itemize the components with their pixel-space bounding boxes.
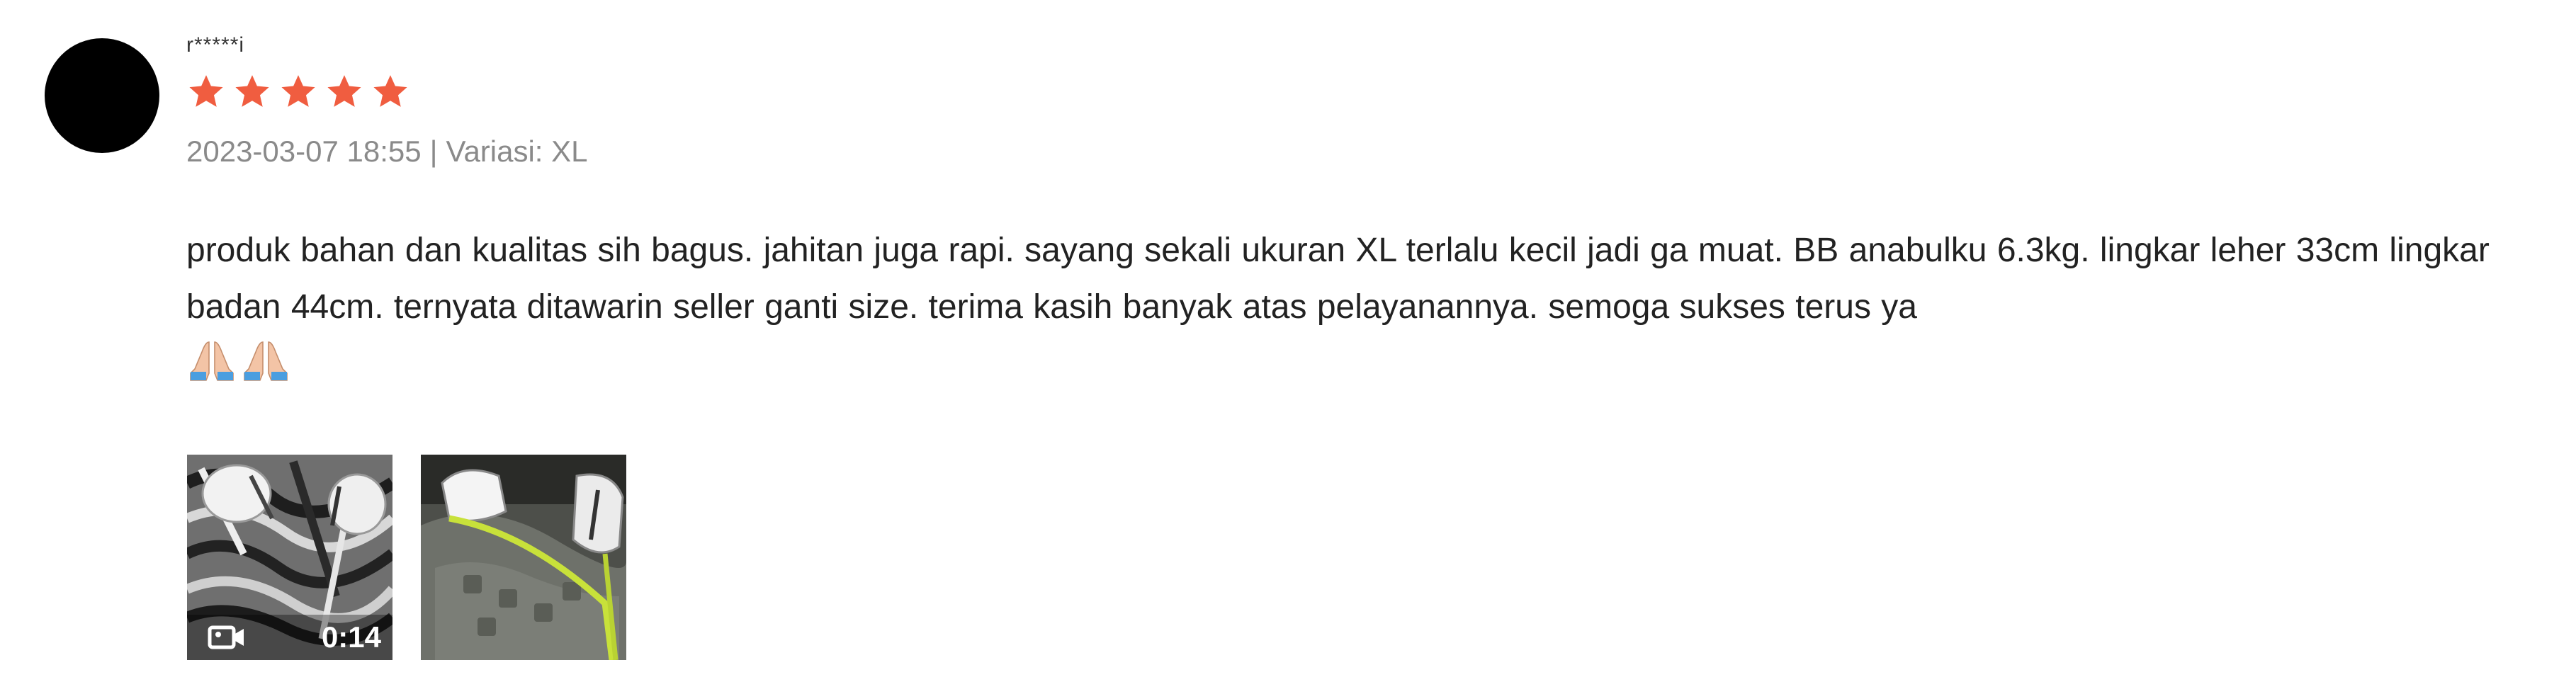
review-comment-text: produk bahan dan kualitas sih bagus. jah… xyxy=(186,232,2490,326)
video-info-bar: 0:14 xyxy=(187,615,392,660)
meta-separator: | xyxy=(429,135,438,168)
folded-hands-icon xyxy=(240,338,291,383)
photo-thumbnail-image xyxy=(421,455,626,660)
review-media: 0:14 xyxy=(187,455,626,660)
avatar xyxy=(45,38,159,153)
review-variation: Variasi: XL xyxy=(446,135,588,168)
review-date: 2023-03-07 18:55 xyxy=(186,135,422,168)
video-duration: 0:14 xyxy=(321,620,381,654)
star-rating xyxy=(186,68,2553,115)
review-meta: 2023-03-07 18:55 | Variasi: XL xyxy=(186,132,2553,171)
star-icon xyxy=(324,72,364,111)
star-icon xyxy=(371,72,410,111)
star-icon xyxy=(232,72,272,111)
review-content: r*****i 2023-03-07 18:55 | Variasi: XL pro… xyxy=(186,31,2553,392)
folded-hands-icon xyxy=(186,338,237,383)
review-comment: produk bahan dan kualitas sih bagus. jah… xyxy=(186,222,2553,392)
video-camera-icon xyxy=(207,623,247,652)
star-icon xyxy=(278,72,318,111)
reviewer-username: r*****i xyxy=(186,33,245,57)
star-icon xyxy=(186,72,226,111)
photo-thumbnail[interactable] xyxy=(421,455,626,660)
video-thumbnail[interactable]: 0:14 xyxy=(187,455,392,660)
